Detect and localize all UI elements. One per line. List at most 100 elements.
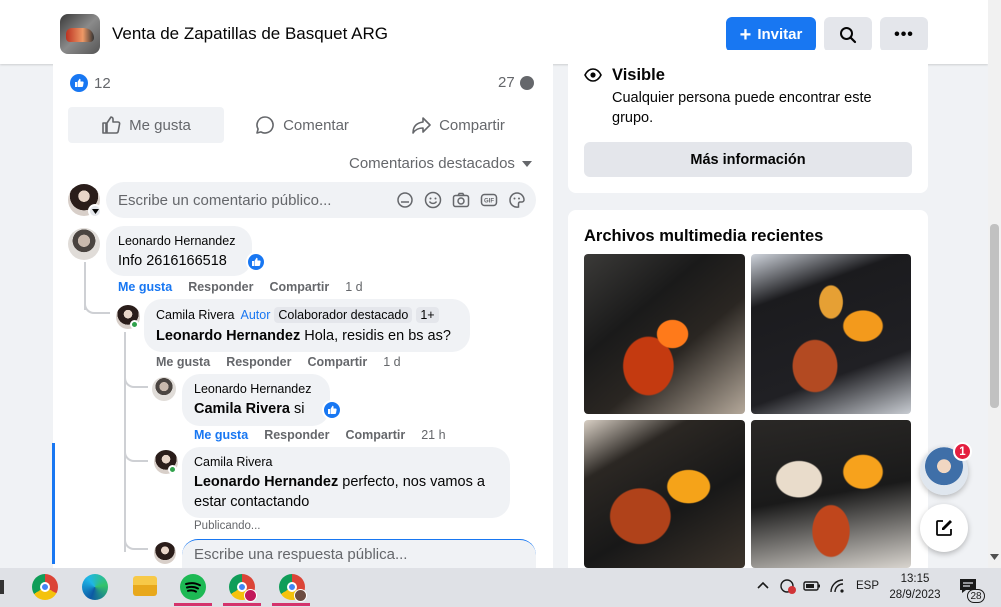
mention[interactable]: Leonardo Hernandez [194, 474, 338, 490]
comment-reply-link[interactable]: Responder [188, 280, 253, 294]
group-name[interactable]: Venta de Zapatillas de Basquet ARG [112, 24, 388, 44]
comment-bubble: Leonardo Hernandez Info 2616166518 [106, 226, 252, 276]
like-button[interactable]: Me gusta [68, 107, 224, 143]
reply-bubble: Camila Rivera Leonardo Hernandez perfect… [182, 447, 510, 518]
reply-text-row: Leonardo Hernandez Hola, residis en bs a… [156, 326, 458, 346]
like-label: Me gusta [129, 116, 191, 134]
share-icon [412, 117, 431, 134]
reply-author[interactable]: Leonardo Hernandez [194, 382, 318, 396]
active-app-indicator [223, 603, 261, 606]
eye-icon [584, 68, 602, 82]
media-thumbnail[interactable] [751, 254, 911, 414]
scroll-down-arrow-icon[interactable] [990, 554, 999, 560]
more-info-button[interactable]: Más información [584, 142, 912, 177]
share-button[interactable]: Compartir [380, 107, 536, 143]
comment-author[interactable]: Leonardo Hernandez [118, 234, 240, 248]
comment-like-reaction-icon[interactable] [246, 252, 266, 272]
file-explorer-icon[interactable] [133, 576, 157, 596]
comment-actions: Me gusta Responder Compartir 1 d [118, 280, 363, 294]
comment-icon [256, 116, 274, 134]
wifi-icon[interactable] [829, 578, 845, 594]
more-badges[interactable]: 1+ [416, 307, 439, 323]
focus-indicator [52, 443, 55, 564]
comment-sort-dropdown[interactable]: Comentarios destacados [349, 155, 533, 172]
more-options-button[interactable]: ••• [880, 17, 928, 52]
publishing-status: Publicando... [194, 520, 261, 532]
active-app-indicator [272, 603, 310, 606]
visibility-title: Visible [612, 66, 665, 84]
thumbs-up-icon [102, 116, 121, 134]
emoji-icon[interactable] [424, 191, 442, 209]
reply-share-link[interactable]: Compartir [345, 428, 405, 442]
gif-icon[interactable]: GIF [480, 191, 498, 209]
current-user-avatar[interactable] [154, 542, 176, 564]
reply-reply-link[interactable]: Responder [226, 355, 291, 369]
reply-like-link[interactable]: Me gusta [156, 355, 210, 369]
chat-notification-badge: 1 [953, 442, 972, 461]
mention[interactable]: Camila Rivera [194, 401, 290, 417]
media-thumbnail[interactable] [751, 420, 911, 568]
comment-count-link[interactable]: 27 [498, 74, 535, 91]
comment-button[interactable]: Comentar [224, 107, 380, 143]
reply-text: Hola, residis en bs as? [304, 328, 451, 344]
commenter-avatar[interactable] [68, 228, 100, 260]
spotify-icon[interactable] [180, 574, 206, 600]
reply-bubble: Camila Rivera Autor Colaborador destacado 1… [144, 299, 470, 352]
online-status-dot [168, 465, 177, 474]
reply-author[interactable]: Camila Rivera [156, 308, 235, 322]
visibility-description: Cualquier persona puede encontrar este g… [612, 90, 872, 126]
chrome-profile-icon[interactable] [279, 574, 307, 602]
composer-tools: GIF [396, 191, 526, 209]
thread-connector [84, 292, 110, 314]
reply-author[interactable]: Camila Rivera [194, 455, 498, 469]
share-label: Compartir [439, 116, 505, 134]
reply-time[interactable]: 21 h [421, 428, 445, 442]
chrome-icon[interactable] [32, 574, 58, 600]
top-contributor-badge[interactable]: Colaborador destacado [274, 307, 413, 323]
media-thumbnail[interactable] [584, 420, 745, 568]
show-hidden-icons-icon[interactable] [757, 581, 769, 589]
comment-time[interactable]: 1 d [345, 280, 362, 294]
media-thumbnail[interactable] [584, 254, 745, 414]
invite-button[interactable]: + Invitar [726, 17, 816, 52]
comment-bubble-icon [519, 75, 534, 90]
reply-like-link[interactable]: Me gusta [194, 428, 248, 442]
sticker-icon[interactable] [508, 191, 526, 209]
svg-text:GIF: GIF [484, 199, 494, 205]
keyboard-language[interactable]: ESP [856, 580, 879, 592]
new-message-button[interactable] [920, 504, 968, 552]
plus-icon: + [739, 23, 752, 46]
clock[interactable]: 13:15 28/9/2023 [884, 571, 946, 603]
battery-icon[interactable] [803, 579, 821, 593]
group-cover-thumbnail[interactable] [60, 14, 100, 54]
comment-text: Info 2616166518 [118, 253, 227, 269]
reply-reply-link[interactable]: Responder [264, 428, 329, 442]
chrome-profile-icon[interactable] [229, 574, 257, 602]
mention[interactable]: Leonardo Hernandez [156, 328, 300, 344]
network-warning-icon[interactable] [779, 578, 797, 594]
avatar-switcher-icon[interactable] [88, 204, 102, 218]
search-button[interactable] [824, 17, 872, 52]
about-card: Visible Cualquier persona puede encontra… [568, 50, 928, 193]
reply-actions: Me gusta Responder Compartir 1 d [156, 355, 401, 369]
thread-connector [124, 528, 148, 550]
comment-share-link[interactable]: Compartir [269, 280, 329, 294]
reply-like-reaction-icon[interactable] [322, 400, 342, 420]
scrollbar-thumb[interactable] [990, 224, 999, 408]
reply-avatar[interactable] [152, 377, 176, 401]
search-icon [840, 26, 857, 43]
taskbar-edge-icon[interactable] [0, 580, 4, 594]
comment-count: 27 [498, 74, 515, 91]
avatar-sticker-icon[interactable] [396, 191, 414, 209]
like-reaction-icon [70, 74, 88, 92]
comment-placeholder: Escribe un comentario público... [118, 191, 332, 209]
comment-like-link[interactable]: Me gusta [118, 280, 172, 294]
post-action-bar: Me gusta Comentar Compartir [68, 107, 536, 143]
reply-time[interactable]: 1 d [383, 355, 400, 369]
like-count: 12 [94, 74, 111, 92]
edge-icon[interactable] [82, 574, 108, 600]
reply-input[interactable]: Escribe una respuesta pública... [182, 539, 536, 568]
reply-share-link[interactable]: Compartir [307, 355, 367, 369]
camera-icon[interactable] [452, 191, 470, 209]
reaction-summary[interactable]: 12 [70, 74, 111, 92]
